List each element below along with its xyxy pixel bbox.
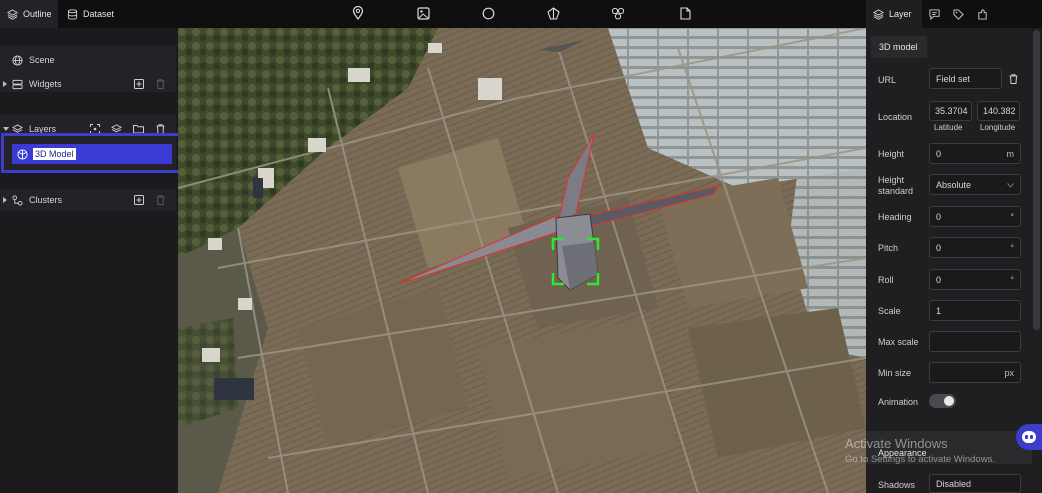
shadows-select[interactable]: Disabled: [929, 474, 1021, 493]
selection-highlight: [1, 133, 192, 173]
map-pin-icon[interactable]: [351, 6, 365, 20]
heading-label: Heading: [878, 212, 912, 222]
tab-outline-label: Outline: [23, 9, 52, 19]
longitude-label: Longitude: [980, 123, 1016, 132]
widgets-actions: [133, 78, 166, 89]
image-icon[interactable]: [416, 6, 430, 20]
delete-url-icon[interactable]: [1008, 73, 1019, 84]
outline-panel: Scene Widgets Layers 3D Model Clusters: [0, 28, 192, 493]
clusters-icon: [12, 194, 23, 206]
heading-input[interactable]: 0 °: [929, 206, 1021, 227]
tab-layer-label: Layer: [889, 9, 912, 19]
heading-unit: °: [1010, 211, 1014, 222]
shadows-value: Disabled: [936, 478, 972, 489]
tab-3d-model[interactable]: 3D model: [871, 36, 927, 58]
max-scale-label: Max scale: [878, 337, 919, 347]
height-label: Height: [878, 149, 905, 159]
roll-value: 0: [936, 274, 942, 285]
satellite-map: [178, 28, 866, 493]
activate-windows-title: Activate Windows: [845, 436, 948, 451]
heading-value: 0: [936, 211, 942, 222]
clusters-caret-icon[interactable]: [3, 197, 7, 203]
bot-face-icon: [1022, 431, 1036, 443]
height-input[interactable]: 0 m: [929, 143, 1021, 164]
url-value: Field set: [936, 73, 971, 84]
widgets-caret-icon[interactable]: [3, 81, 7, 87]
shadows-label: Shadows: [878, 480, 916, 490]
animation-label: Animation: [878, 397, 919, 407]
outline-item-scene[interactable]: Scene: [12, 50, 55, 70]
tab-dataset-label: Dataset: [83, 9, 115, 19]
layers-caret-icon[interactable]: [3, 127, 9, 131]
height-unit: m: [1006, 148, 1015, 159]
plugin-icon[interactable]: [977, 9, 988, 20]
longitude-value: 140.382: [983, 106, 1016, 116]
scale-label: Scale: [878, 306, 901, 316]
tab-dataset[interactable]: Dataset: [60, 0, 121, 28]
max-scale-input[interactable]: [929, 331, 1021, 352]
pitch-label: Pitch: [878, 243, 899, 253]
roll-input[interactable]: 0 °: [929, 269, 1021, 290]
min-size-label: Min size: [878, 368, 912, 378]
height-value: 0: [936, 148, 942, 159]
globe-icon: [12, 54, 23, 66]
latitude-value: 35.3704: [935, 106, 968, 116]
pitch-value: 0: [936, 242, 942, 253]
map-viewport[interactable]: [178, 28, 866, 493]
layers-stack-icon: [873, 8, 884, 20]
roll-unit: °: [1010, 274, 1014, 285]
min-size-input[interactable]: px: [929, 362, 1021, 383]
url-label: URL: [878, 75, 897, 85]
animation-toggle[interactable]: [929, 394, 956, 408]
circle-icon[interactable]: [481, 6, 495, 20]
outline-widgets-label: Widgets: [29, 79, 62, 89]
tag-icon[interactable]: [953, 9, 964, 20]
scale-input[interactable]: 1: [929, 300, 1021, 321]
layers-stack-icon: [7, 8, 18, 20]
clusters-actions: [133, 194, 166, 205]
url-field[interactable]: Field set: [929, 68, 1002, 89]
database-icon: [67, 8, 78, 20]
location-label: Location: [878, 112, 913, 122]
height-standard-select[interactable]: Absolute: [929, 174, 1021, 195]
properties-panel: Layer 3D model URL Field set Location 35…: [866, 0, 1042, 493]
outline-clusters-label: Clusters: [29, 195, 63, 205]
infobox-icon[interactable]: [929, 9, 940, 20]
height-standard-label-2: standard: [878, 186, 914, 196]
longitude-input[interactable]: 140.382: [977, 101, 1020, 121]
add-widget-icon[interactable]: [133, 78, 144, 89]
document-icon[interactable]: [678, 6, 692, 20]
activate-windows-subtitle: Go to Settings to activate Windows.: [845, 454, 995, 465]
chat-assistant-button[interactable]: [1016, 424, 1042, 450]
panel-tabs: Layer: [866, 0, 1042, 28]
chevron-down-icon: [1007, 180, 1014, 190]
latitude-input[interactable]: 35.3704: [929, 101, 972, 121]
widgets-icon: [12, 79, 23, 90]
min-size-unit: px: [1004, 367, 1014, 378]
outline-item-clusters[interactable]: Clusters: [12, 190, 62, 210]
height-standard-value: Absolute: [936, 179, 972, 190]
panel-scrollbar[interactable]: [1033, 30, 1040, 330]
roll-label: Roll: [878, 275, 894, 285]
delete-widget-icon[interactable]: [155, 78, 166, 89]
scale-value: 1: [936, 305, 942, 316]
polygon-icon[interactable]: [546, 6, 560, 20]
outline-scene-label: Scene: [29, 55, 55, 65]
add-cluster-icon[interactable]: [133, 194, 144, 205]
delete-cluster-icon[interactable]: [155, 194, 166, 205]
outline-item-widgets[interactable]: Widgets: [12, 74, 62, 94]
pitch-unit: °: [1010, 242, 1014, 253]
tab-layer[interactable]: Layer: [866, 0, 922, 28]
height-standard-label-1: Height: [878, 175, 905, 185]
cluster-icon[interactable]: [611, 6, 625, 20]
latitude-label: Latitude: [934, 123, 963, 132]
tab-outline[interactable]: Outline: [0, 0, 58, 28]
pitch-input[interactable]: 0 °: [929, 237, 1021, 258]
